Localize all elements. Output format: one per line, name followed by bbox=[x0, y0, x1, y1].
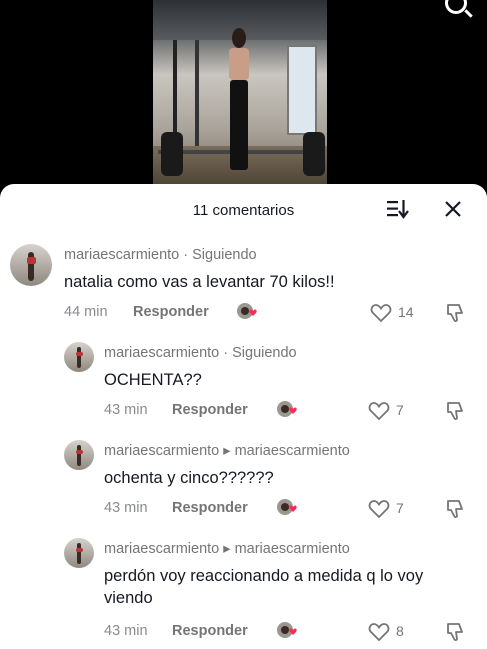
comment-item: mariaescarmiento · Siguiendo natalia com… bbox=[0, 242, 487, 332]
comment-text: natalia como vas a levantar 70 kilos!! bbox=[64, 273, 335, 291]
comment-count: 11 comentarios bbox=[192, 202, 295, 219]
heart-outline-icon bbox=[368, 500, 390, 519]
comment-item: mariaescarmiento ▸ mariaescarmiento perd… bbox=[0, 536, 487, 648]
video-person bbox=[226, 28, 252, 178]
thumbs-down-icon[interactable] bbox=[444, 302, 466, 324]
thumbs-down-icon[interactable] bbox=[444, 621, 466, 643]
comment-username[interactable]: mariaescarmiento ▸ mariaescarmiento bbox=[104, 541, 350, 557]
comment-username[interactable]: mariaescarmiento · Siguiendo bbox=[64, 247, 257, 263]
sort-icon[interactable] bbox=[386, 199, 410, 219]
video-person-head bbox=[232, 28, 246, 48]
search-icon[interactable] bbox=[445, 0, 467, 14]
like-count: 7 bbox=[396, 402, 404, 418]
comment-username[interactable]: mariaescarmiento · Siguiendo bbox=[104, 345, 297, 361]
avatar[interactable] bbox=[64, 538, 94, 568]
comment-time: 43 min bbox=[104, 500, 148, 516]
comments-sheet: 11 comentarios mariaescarmiento · Siguie… bbox=[0, 184, 487, 649]
comment-item: mariaescarmiento ▸ mariaescarmiento oche… bbox=[0, 438, 487, 528]
like-button[interactable]: 8 bbox=[368, 621, 418, 643]
heart-outline-icon bbox=[368, 402, 390, 421]
heart-outline-icon bbox=[368, 623, 390, 642]
like-count: 7 bbox=[396, 500, 404, 516]
like-count: 14 bbox=[398, 304, 414, 320]
comment-time: 43 min bbox=[104, 402, 148, 418]
reply-button[interactable]: Responder bbox=[172, 402, 248, 418]
reply-button[interactable]: Responder bbox=[172, 500, 248, 516]
avatar[interactable] bbox=[64, 342, 94, 372]
video-thumbnail[interactable] bbox=[153, 0, 327, 186]
video-plate-right bbox=[303, 132, 325, 176]
comment-text: perdón voy reaccionando a medida q lo vo… bbox=[104, 567, 424, 607]
close-icon[interactable] bbox=[443, 199, 463, 219]
reply-button[interactable]: Responder bbox=[133, 304, 209, 320]
reply-button[interactable]: Responder bbox=[172, 623, 248, 639]
video-window bbox=[287, 45, 317, 135]
like-button[interactable]: 7 bbox=[368, 498, 418, 520]
comment-time: 44 min bbox=[64, 304, 108, 320]
video-area[interactable] bbox=[0, 0, 487, 200]
heart-outline-icon bbox=[370, 304, 392, 323]
comment-username[interactable]: mariaescarmiento ▸ mariaescarmiento bbox=[104, 443, 350, 459]
like-count: 8 bbox=[396, 623, 404, 639]
like-button[interactable]: 7 bbox=[368, 400, 418, 422]
comment-text: OCHENTA?? bbox=[104, 371, 202, 389]
video-person-body bbox=[229, 48, 249, 80]
video-person-legs bbox=[230, 80, 248, 170]
thumbs-down-icon[interactable] bbox=[444, 498, 466, 520]
thumbs-down-icon[interactable] bbox=[444, 400, 466, 422]
video-plate-left bbox=[161, 132, 183, 176]
creator-liked-icon bbox=[277, 499, 297, 515]
comments-header: 11 comentarios bbox=[0, 184, 487, 236]
comment-text: ochenta y cinco?????? bbox=[104, 469, 274, 487]
creator-liked-icon bbox=[277, 622, 297, 638]
creator-liked-icon bbox=[237, 303, 257, 319]
creator-liked-icon bbox=[277, 401, 297, 417]
like-button[interactable]: 14 bbox=[370, 302, 420, 324]
comment-item: mariaescarmiento · Siguiendo OCHENTA?? 4… bbox=[0, 340, 487, 430]
comment-time: 43 min bbox=[104, 623, 148, 639]
avatar[interactable] bbox=[10, 244, 52, 286]
avatar[interactable] bbox=[64, 440, 94, 470]
